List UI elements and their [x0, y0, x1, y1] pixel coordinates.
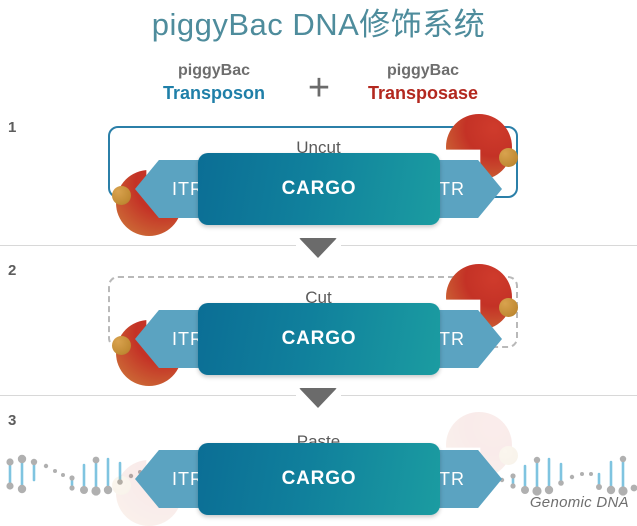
step-1-diagram: Uncut ITR CARGO ITR — [0, 114, 637, 236]
transposase-ball-icon — [112, 476, 131, 495]
step-2-diagram: Cut ITR CARGO ITR — [0, 264, 637, 386]
transposase-ball-icon — [112, 336, 131, 355]
divider-line-right — [341, 245, 637, 246]
step-3-diagram: Paste ITR CARGO ITR Genomic DNA — [0, 412, 637, 526]
legend-transposon: piggyBac Transposon — [128, 60, 300, 104]
down-triangle-icon — [299, 238, 337, 258]
transposase-ball-icon — [499, 148, 518, 167]
divider-line-left — [0, 395, 296, 396]
page-title: piggyBac DNA修饰系统 — [151, 7, 486, 42]
divider-line-right — [341, 395, 637, 396]
step-divider-1 — [0, 236, 637, 258]
legend: piggyBac Transposon + piggyBac Transposa… — [0, 60, 637, 116]
legend-transposon-top: piggyBac — [177, 62, 250, 79]
cargo-element: CARGO — [198, 303, 440, 375]
cargo-element: CARGO — [198, 153, 440, 225]
cargo-element: CARGO — [198, 443, 440, 515]
transposase-ball-icon — [499, 446, 518, 465]
legend-transposase-label: Transposase — [367, 83, 479, 103]
down-triangle-icon — [299, 388, 337, 408]
legend-transposon-label: Transposon — [162, 83, 265, 103]
transposase-ball-icon — [499, 298, 518, 317]
step-divider-2 — [0, 386, 637, 408]
legend-transposase: piggyBac Transposase — [337, 60, 509, 104]
divider-line-left — [0, 245, 296, 246]
legend-transposase-top: piggyBac — [386, 62, 459, 79]
transposase-ball-icon — [112, 186, 131, 205]
plus-icon: + — [307, 67, 331, 109]
